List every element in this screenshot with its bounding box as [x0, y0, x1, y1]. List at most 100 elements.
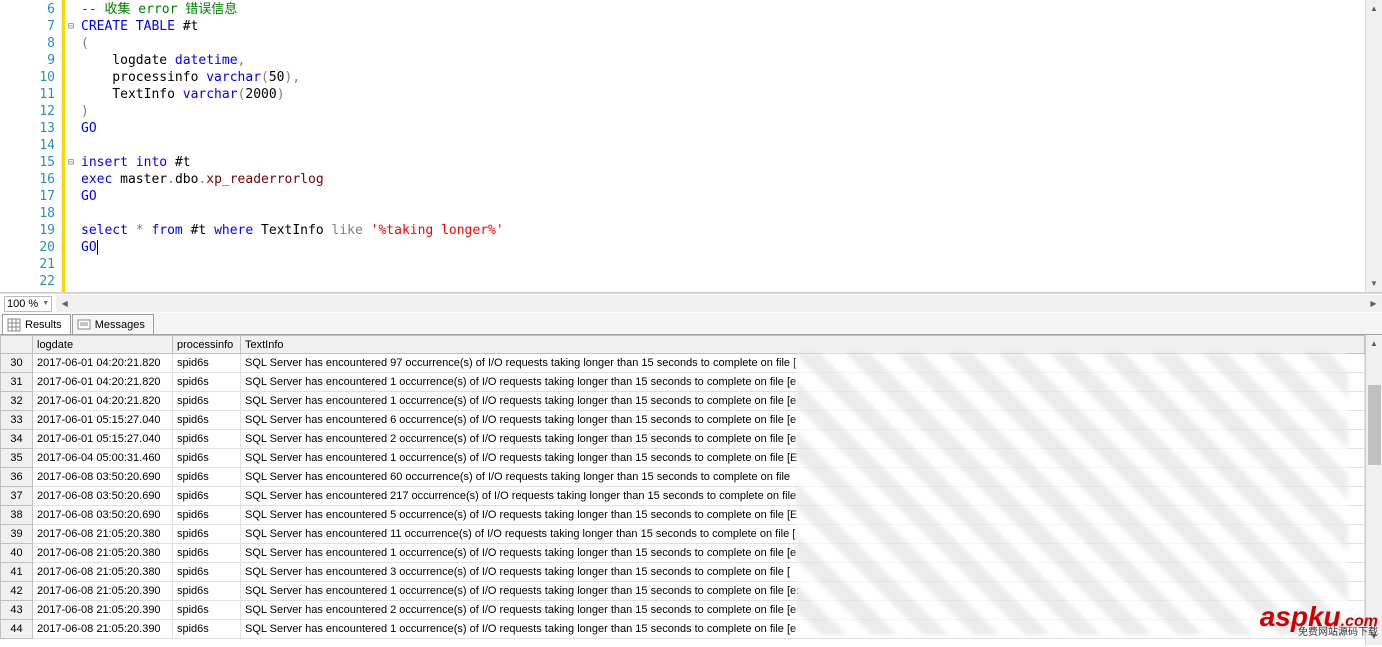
cell[interactable]: spid6s	[173, 373, 241, 392]
cell[interactable]: spid6s	[173, 544, 241, 563]
row-number[interactable]: 40	[1, 544, 33, 563]
cell[interactable]: 2017-06-08 21:05:20.390	[33, 620, 173, 639]
row-number[interactable]: 35	[1, 449, 33, 468]
cell[interactable]: spid6s	[173, 449, 241, 468]
cell[interactable]: spid6s	[173, 582, 241, 601]
line-number: 15	[0, 154, 55, 171]
cell[interactable]: spid6s	[173, 525, 241, 544]
code-line[interactable]: )	[81, 103, 1365, 120]
code-line[interactable]: insert into #t	[81, 154, 1365, 171]
cell[interactable]: spid6s	[173, 487, 241, 506]
sql-editor[interactable]: 678910111213141516171819202122 ⊟⊟ -- 收集 …	[0, 0, 1382, 293]
row-number[interactable]: 38	[1, 506, 33, 525]
fold-toggle	[65, 120, 77, 137]
line-number: 9	[0, 52, 55, 69]
editor-vertical-scrollbar[interactable]: ▲ ▼	[1365, 0, 1382, 292]
cell[interactable]: spid6s	[173, 430, 241, 449]
scrollbar-thumb[interactable]	[1368, 385, 1381, 465]
fold-toggle	[65, 222, 77, 239]
fold-gutter[interactable]: ⊟⊟	[65, 0, 77, 292]
cell[interactable]: 2017-06-08 03:50:20.690	[33, 506, 173, 525]
column-header[interactable]: processinfo	[173, 336, 241, 354]
line-number: 7	[0, 18, 55, 35]
scroll-up-icon[interactable]: ▲	[1366, 0, 1382, 17]
cell[interactable]: 2017-06-01 04:20:21.820	[33, 373, 173, 392]
code-line[interactable]: GO	[81, 120, 1365, 137]
results-vertical-scrollbar[interactable]: ▲ ▼	[1365, 335, 1382, 645]
scroll-down-icon[interactable]: ▼	[1366, 628, 1382, 645]
code-line[interactable]	[81, 256, 1365, 273]
code-line[interactable]	[81, 205, 1365, 222]
cell[interactable]: 2017-06-08 03:50:20.690	[33, 487, 173, 506]
scroll-up-icon[interactable]: ▲	[1366, 335, 1382, 352]
scroll-down-icon[interactable]: ▼	[1366, 275, 1382, 292]
code-line[interactable]: processinfo varchar(50),	[81, 69, 1365, 86]
row-number[interactable]: 31	[1, 373, 33, 392]
fold-toggle	[65, 69, 77, 86]
fold-toggle	[65, 52, 77, 69]
cell[interactable]: spid6s	[173, 411, 241, 430]
row-number[interactable]: 44	[1, 620, 33, 639]
row-number[interactable]: 30	[1, 354, 33, 373]
cell[interactable]: spid6s	[173, 506, 241, 525]
row-number[interactable]: 36	[1, 468, 33, 487]
cell[interactable]: 2017-06-08 21:05:20.390	[33, 582, 173, 601]
cell[interactable]: spid6s	[173, 468, 241, 487]
line-number: 16	[0, 171, 55, 188]
scroll-left-icon[interactable]: ◀	[56, 295, 73, 312]
cell[interactable]: spid6s	[173, 563, 241, 582]
cell[interactable]: 2017-06-08 21:05:20.380	[33, 563, 173, 582]
code-pane[interactable]: -- 收集 error 错误信息CREATE TABLE #t( logdate…	[77, 0, 1365, 292]
fold-toggle	[65, 239, 77, 256]
code-line[interactable]	[81, 273, 1365, 290]
line-number: 8	[0, 35, 55, 52]
cell[interactable]: 2017-06-08 21:05:20.380	[33, 544, 173, 563]
cell[interactable]: 2017-06-01 04:20:21.820	[33, 354, 173, 373]
results-panel: logdateprocessinfoTextInfo 302017-06-01 …	[0, 335, 1382, 645]
cell[interactable]: 2017-06-08 03:50:20.690	[33, 468, 173, 487]
code-line[interactable]: (	[81, 35, 1365, 52]
row-number[interactable]: 34	[1, 430, 33, 449]
code-line[interactable]: logdate datetime,	[81, 52, 1365, 69]
row-number[interactable]: 43	[1, 601, 33, 620]
column-header[interactable]: logdate	[33, 336, 173, 354]
editor-horizontal-scrollbar[interactable]: ◀ ▶	[56, 295, 1382, 312]
code-line[interactable]: -- 收集 error 错误信息	[81, 1, 1365, 18]
row-number[interactable]: 41	[1, 563, 33, 582]
fold-toggle[interactable]: ⊟	[65, 154, 77, 171]
cell[interactable]: 2017-06-01 05:15:27.040	[33, 430, 173, 449]
cell[interactable]: 2017-06-04 05:00:31.460	[33, 449, 173, 468]
line-number: 17	[0, 188, 55, 205]
row-header-corner[interactable]	[1, 336, 33, 354]
line-number: 19	[0, 222, 55, 239]
code-line[interactable]: CREATE TABLE #t	[81, 18, 1365, 35]
grid-icon	[7, 318, 21, 332]
cell[interactable]: spid6s	[173, 620, 241, 639]
column-header[interactable]: TextInfo	[241, 336, 1365, 354]
code-line[interactable]: GO	[81, 188, 1365, 205]
cell[interactable]: spid6s	[173, 354, 241, 373]
code-line[interactable]: exec master.dbo.xp_readerrorlog	[81, 171, 1365, 188]
code-line[interactable]: GO	[81, 239, 1365, 256]
row-number[interactable]: 39	[1, 525, 33, 544]
code-line[interactable]: TextInfo varchar(2000)	[81, 86, 1365, 103]
cell[interactable]: 2017-06-01 04:20:21.820	[33, 392, 173, 411]
zoom-selector[interactable]: 100 % ▼	[4, 296, 52, 312]
tab-messages[interactable]: Messages	[72, 314, 154, 334]
row-number[interactable]: 33	[1, 411, 33, 430]
fold-toggle[interactable]: ⊟	[65, 18, 77, 35]
cell[interactable]: spid6s	[173, 392, 241, 411]
row-number[interactable]: 42	[1, 582, 33, 601]
cell[interactable]: spid6s	[173, 601, 241, 620]
code-line[interactable]	[81, 137, 1365, 154]
cell[interactable]: 2017-06-08 21:05:20.380	[33, 525, 173, 544]
cell[interactable]: 2017-06-08 21:05:20.390	[33, 601, 173, 620]
code-line[interactable]: select * from #t where TextInfo like '%t…	[81, 222, 1365, 239]
row-number[interactable]: 32	[1, 392, 33, 411]
scroll-right-icon[interactable]: ▶	[1365, 295, 1382, 312]
row-number[interactable]: 37	[1, 487, 33, 506]
tab-results[interactable]: Results	[2, 314, 71, 334]
line-number-gutter: 678910111213141516171819202122	[0, 0, 62, 292]
cell[interactable]: 2017-06-01 05:15:27.040	[33, 411, 173, 430]
redacted-overlay	[796, 353, 1348, 635]
